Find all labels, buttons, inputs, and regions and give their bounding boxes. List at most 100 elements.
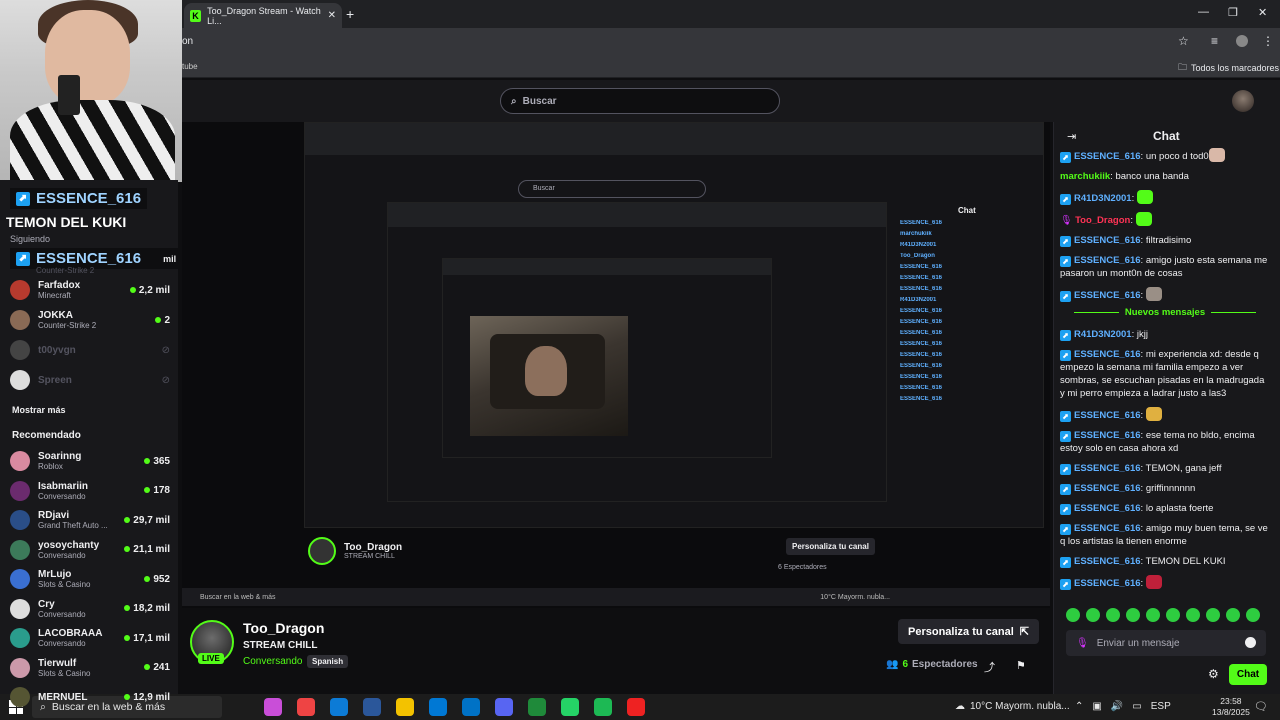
- chat-username[interactable]: ESSENCE_616: [1074, 410, 1141, 421]
- streamer-name[interactable]: Too_Dragon: [243, 620, 324, 636]
- tab-close-icon[interactable]: ✕: [328, 10, 336, 21]
- taskbar-app-icon[interactable]: [429, 698, 447, 716]
- emote-shortcut-icon[interactable]: [1226, 608, 1240, 622]
- channel-viewers: 21,1 mil: [124, 544, 170, 555]
- bookmark-star-icon[interactable]: ☆: [1178, 34, 1189, 48]
- sidebar-channel-item[interactable]: MERNUEL 12,9 mil: [10, 683, 170, 711]
- language-indicator[interactable]: ESP: [1151, 701, 1171, 712]
- sidebar-channel-item[interactable]: Isabmariin Conversando 178: [10, 477, 170, 505]
- chat-input-placeholder: Enviar un mensaje: [1096, 637, 1180, 649]
- overlay-message: TEMON DEL KUKI: [6, 214, 127, 230]
- sidebar-channel-item[interactable]: Tierwulf Slots & Casino 241: [10, 654, 170, 682]
- sidebar-channel-item[interactable]: RDjavi Grand Theft Auto ... 29,7 mil: [10, 506, 170, 534]
- browser-tab[interactable]: K Too_Dragon Stream - Watch Li... ✕: [184, 3, 342, 28]
- chat-username[interactable]: ESSENCE_616: [1074, 556, 1141, 567]
- recommended-heading: Recomendado: [12, 430, 81, 441]
- flag-icon[interactable]: ⚑: [1016, 659, 1026, 672]
- chat-username[interactable]: ESSENCE_616: [1074, 430, 1141, 441]
- chat-username[interactable]: marchukiik: [1060, 171, 1110, 182]
- sidebar-channel-item[interactable]: JOKKA Counter-Strike 2 2: [10, 306, 170, 334]
- sidebar-channel-item[interactable]: Soarinng Roblox 365: [10, 447, 170, 475]
- emote-shortcut-icon[interactable]: [1186, 608, 1200, 622]
- chat-username[interactable]: ESSENCE_616: [1074, 255, 1141, 266]
- taskbar-app-icon[interactable]: [396, 698, 414, 716]
- stream-category[interactable]: Conversando: [243, 656, 302, 667]
- emote-shortcut-icon[interactable]: [1106, 608, 1120, 622]
- taskbar-app-icon[interactable]: [627, 698, 645, 716]
- emote-quick-row[interactable]: [1066, 608, 1260, 622]
- channel-category: Roblox: [38, 462, 63, 471]
- chat-username[interactable]: ESSENCE_616: [1074, 463, 1141, 474]
- taskbar-app-icon[interactable]: [561, 698, 579, 716]
- gear-icon[interactable]: ⚙: [1208, 667, 1219, 681]
- taskbar-app-icon[interactable]: [330, 698, 348, 716]
- nested-chat-user: ESSENCE_616: [900, 341, 943, 347]
- sidebar-channel-item[interactable]: MrLujo Slots & Casino 952: [10, 565, 170, 593]
- channel-viewers: 2,2 mil: [129, 285, 170, 296]
- taskbar-app-icon[interactable]: [495, 698, 513, 716]
- chat-username[interactable]: ESSENCE_616: [1074, 290, 1141, 301]
- language-tag[interactable]: Spanish: [307, 655, 349, 668]
- chat-message: ⬈ ESSENCE_616: TEMON, gana jeff: [1060, 462, 1270, 475]
- media-control-icon[interactable]: ≡: [1211, 34, 1218, 48]
- chat-username[interactable]: R41D3N2001: [1074, 329, 1132, 340]
- webcam-overlay: [0, 0, 182, 182]
- sidebar-channel-item[interactable]: Farfadox Minecraft 2,2 mil: [10, 276, 170, 304]
- weather-widget[interactable]: ☁ 10°C Mayorm. nubla...: [955, 701, 1070, 712]
- emote-shortcut-icon[interactable]: [1066, 608, 1080, 622]
- taskbar-app-icon[interactable]: [264, 698, 282, 716]
- camera-icon[interactable]: ▣: [1092, 701, 1101, 712]
- chat-username[interactable]: ESSENCE_616: [1074, 349, 1141, 360]
- chat-input[interactable]: 🎙 Enviar un mensaje: [1066, 630, 1266, 656]
- minimize-icon[interactable]: —: [1198, 6, 1209, 18]
- chat-username[interactable]: ESSENCE_616: [1074, 151, 1141, 162]
- notification-icon[interactable]: 🗨: [1254, 700, 1268, 713]
- sidebar-channel-item[interactable]: Cry Conversando 18,2 mil: [10, 595, 170, 623]
- emoji-icon[interactable]: [1245, 637, 1256, 648]
- maximize-icon[interactable]: ❐: [1228, 6, 1238, 19]
- emote-shortcut-icon[interactable]: [1166, 608, 1180, 622]
- battery-icon[interactable]: ▭: [1132, 701, 1141, 712]
- tray-chevron-icon[interactable]: ⌃: [1075, 701, 1083, 712]
- collapse-chat-icon[interactable]: ⇥: [1067, 130, 1076, 143]
- taskbar-app-icon[interactable]: [594, 698, 612, 716]
- show-more-button[interactable]: Mostrar más: [12, 405, 66, 415]
- profile-icon[interactable]: [1236, 35, 1248, 47]
- emote-shortcut-icon[interactable]: [1086, 608, 1100, 622]
- sidebar-channel-item[interactable]: yosoychanty Conversando 21,1 mil: [10, 536, 170, 564]
- chat-username[interactable]: ESSENCE_616: [1074, 483, 1141, 494]
- bookmark-item[interactable]: tube: [182, 62, 198, 71]
- emote-shortcut-icon[interactable]: [1146, 608, 1160, 622]
- chat-username[interactable]: ESSENCE_616: [1074, 503, 1141, 514]
- emote-shortcut-icon[interactable]: [1206, 608, 1220, 622]
- chat-username[interactable]: R41D3N2001: [1074, 193, 1132, 204]
- sidebar-channel-item[interactable]: t00yvgn ⊘: [10, 336, 170, 364]
- all-bookmarks-button[interactable]: 🗀 Todos los marcadores: [1178, 60, 1279, 76]
- menu-kebab-icon[interactable]: ⋮: [1262, 34, 1274, 48]
- taskbar-app-icon[interactable]: [363, 698, 381, 716]
- taskbar-app-icon[interactable]: [462, 698, 480, 716]
- chat-username[interactable]: ESSENCE_616: [1074, 523, 1141, 534]
- sidebar-channel-item[interactable]: Spreen ⊘: [10, 366, 170, 394]
- user-avatar[interactable]: [1232, 90, 1254, 112]
- chat-username[interactable]: Too_Dragon: [1075, 215, 1130, 226]
- search-input[interactable]: ⌕ Buscar: [500, 88, 780, 114]
- taskbar-app-icon[interactable]: [528, 698, 546, 716]
- clock[interactable]: 23:58 13/8/2025: [1212, 696, 1250, 718]
- emote-shortcut-icon[interactable]: [1126, 608, 1140, 622]
- chat-username[interactable]: ESSENCE_616: [1074, 235, 1141, 246]
- channel-viewers: 178: [144, 485, 170, 496]
- speaker-icon[interactable]: 🔊: [1111, 701, 1123, 712]
- chat-username[interactable]: ESSENCE_616: [1074, 578, 1141, 589]
- address-field[interactable]: on: [182, 36, 193, 47]
- new-tab-button[interactable]: +: [346, 6, 354, 22]
- clock-time: 23:58: [1220, 696, 1242, 706]
- share-icon[interactable]: ⤴: [984, 659, 995, 675]
- emote-shortcut-icon[interactable]: [1246, 608, 1260, 622]
- send-chat-button[interactable]: Chat: [1229, 664, 1267, 685]
- sidebar-channel-item[interactable]: LACOBRAAA Conversando 17,1 mil: [10, 624, 170, 652]
- close-window-icon[interactable]: ✕: [1258, 6, 1267, 19]
- taskbar-app-icon[interactable]: [297, 698, 315, 716]
- personalize-channel-button[interactable]: Personaliza tu canal ⇱: [898, 619, 1039, 644]
- viewer-count: 👥 6 Espectadores: [886, 659, 978, 670]
